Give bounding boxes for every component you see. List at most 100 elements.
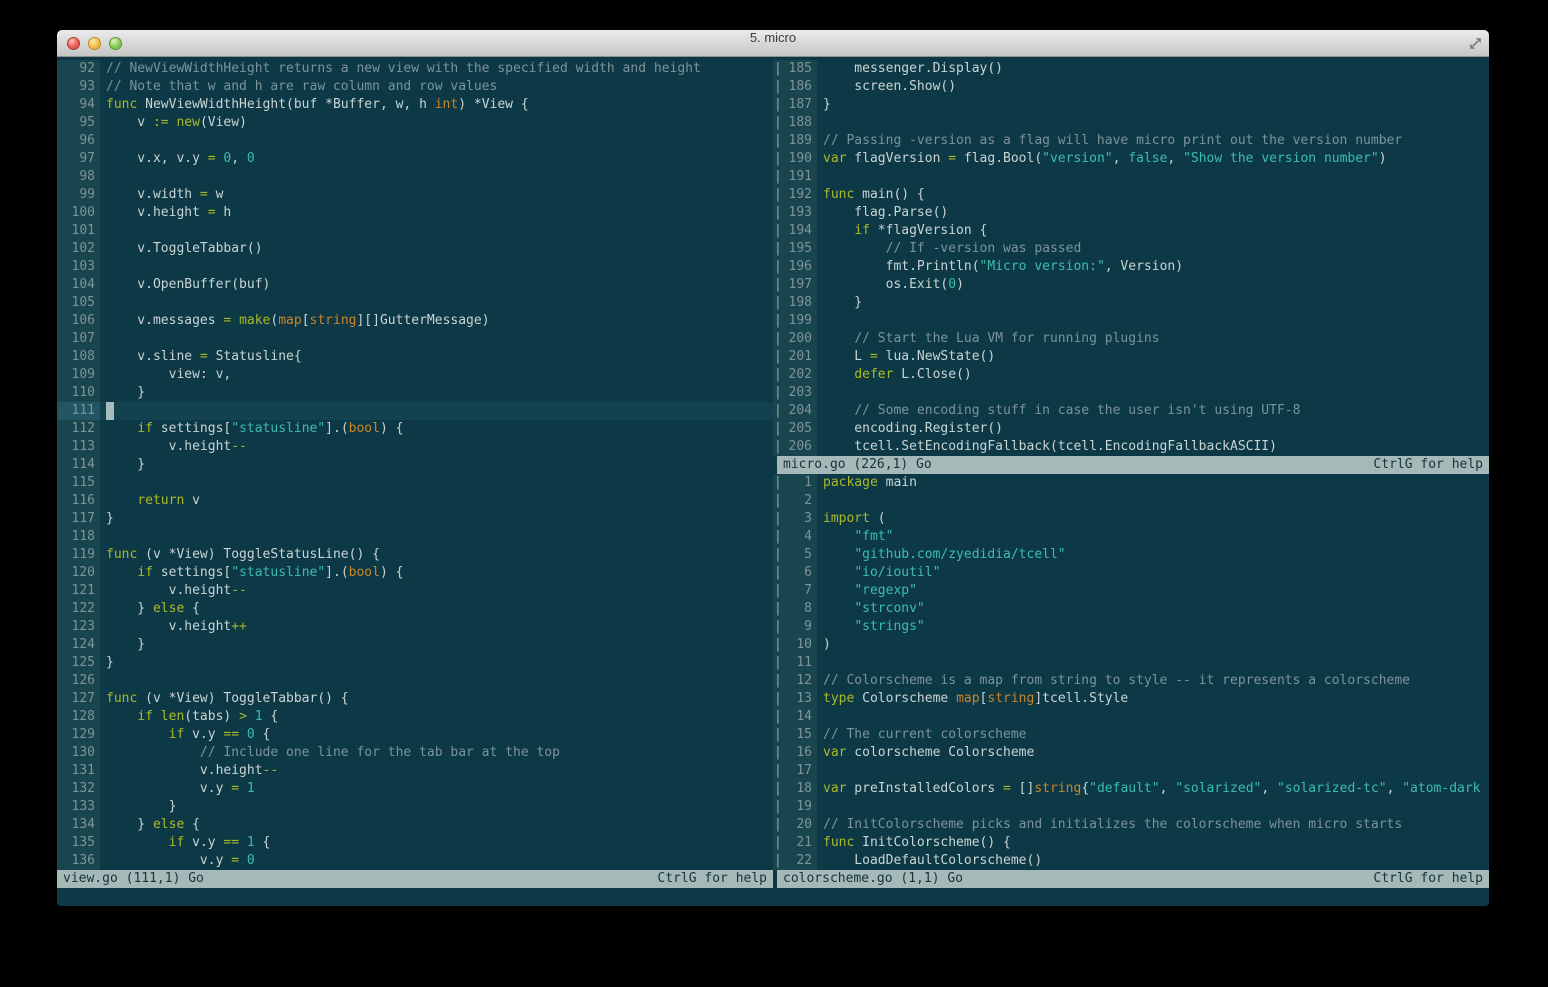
code-line[interactable]: |13type Colorscheme map[string]tcell.Sty…	[773, 690, 1489, 708]
title-bar[interactable]: 5. micro	[57, 30, 1489, 57]
code-line[interactable]: 135 if v.y == 1 {	[57, 834, 773, 852]
code-line[interactable]: 122 } else {	[57, 600, 773, 618]
code-line[interactable]: 123 v.height++	[57, 618, 773, 636]
code-line[interactable]: 100 v.height = h	[57, 204, 773, 222]
pane-view-go[interactable]: 92// NewViewWidthHeight returns a new vi…	[57, 57, 773, 870]
code-line[interactable]: 104 v.OpenBuffer(buf)	[57, 276, 773, 294]
code-line[interactable]: 99 v.width = w	[57, 186, 773, 204]
code-line[interactable]: 112 if settings["statusline"].(bool) {	[57, 420, 773, 438]
code-line[interactable]: |202 defer L.Close()	[773, 366, 1489, 384]
code-line[interactable]: |20// InitColorscheme picks and initiali…	[773, 816, 1489, 834]
code-line[interactable]: |6 "io/ioutil"	[773, 564, 1489, 582]
fullscreen-icon[interactable]	[1468, 36, 1483, 51]
code-line[interactable]: |9 "strings"	[773, 618, 1489, 636]
code-line[interactable]: |7 "regexp"	[773, 582, 1489, 600]
code-line[interactable]: |1package main	[773, 474, 1489, 492]
code-line[interactable]: 120 if settings["statusline"].(bool) {	[57, 564, 773, 582]
code-line[interactable]: 110 }	[57, 384, 773, 402]
code-line[interactable]: |4 "fmt"	[773, 528, 1489, 546]
code-line[interactable]: 130 // Include one line for the tab bar …	[57, 744, 773, 762]
code-line[interactable]: 118	[57, 528, 773, 546]
code-line[interactable]: 101	[57, 222, 773, 240]
code-line[interactable]: 126	[57, 672, 773, 690]
code-line[interactable]: 117}	[57, 510, 773, 528]
pane-divider: |	[773, 96, 782, 114]
code-line[interactable]: |201 L = lua.NewState()	[773, 348, 1489, 366]
code-line[interactable]: |12// Colorscheme is a map from string t…	[773, 672, 1489, 690]
code-line[interactable]: |15// The current colorscheme	[773, 726, 1489, 744]
code-line[interactable]: 124 }	[57, 636, 773, 654]
code-line[interactable]: |193 flag.Parse()	[773, 204, 1489, 222]
code-line[interactable]: 127func (v *View) ToggleTabbar() {	[57, 690, 773, 708]
code-line[interactable]: 97 v.x, v.y = 0, 0	[57, 150, 773, 168]
command-line[interactable]	[57, 888, 1489, 906]
code-line[interactable]: 119func (v *View) ToggleStatusLine() {	[57, 546, 773, 564]
pane-colorscheme-go[interactable]: |1package main|2|3import (|4 "fmt"|5 "gi…	[773, 474, 1489, 870]
line-number: 15	[782, 726, 817, 744]
code-line[interactable]: |188	[773, 114, 1489, 132]
code-line[interactable]: 92// NewViewWidthHeight returns a new vi…	[57, 60, 773, 78]
code-line[interactable]: |198 }	[773, 294, 1489, 312]
code-line[interactable]: |192func main() {	[773, 186, 1489, 204]
code-line[interactable]: 107	[57, 330, 773, 348]
pane-micro-go[interactable]: |185 messenger.Display()|186 screen.Show…	[773, 57, 1489, 456]
code-line[interactable]: 96	[57, 132, 773, 150]
code-line[interactable]: |8 "strconv"	[773, 600, 1489, 618]
code-line[interactable]: 131 v.height--	[57, 762, 773, 780]
code-line[interactable]: |3import (	[773, 510, 1489, 528]
code-line[interactable]: 94func NewViewWidthHeight(buf *Buffer, w…	[57, 96, 773, 114]
code-line[interactable]: |204 // Some encoding stuff in case the …	[773, 402, 1489, 420]
code-line[interactable]: |17	[773, 762, 1489, 780]
code-line[interactable]: |206 tcell.SetEncodingFallback(tcell.Enc…	[773, 438, 1489, 456]
code-line[interactable]: |203	[773, 384, 1489, 402]
code-line[interactable]: 125}	[57, 654, 773, 672]
code-line[interactable]: |197 os.Exit(0)	[773, 276, 1489, 294]
code-line[interactable]: 95 v := new(View)	[57, 114, 773, 132]
code-line[interactable]: |194 if *flagVersion {	[773, 222, 1489, 240]
code-line[interactable]: |11	[773, 654, 1489, 672]
code-line[interactable]: |185 messenger.Display()	[773, 60, 1489, 78]
code-line[interactable]: 102 v.ToggleTabbar()	[57, 240, 773, 258]
code-line[interactable]: 136 v.y = 0	[57, 852, 773, 870]
code-line[interactable]: 115	[57, 474, 773, 492]
code-line[interactable]: 98	[57, 168, 773, 186]
code-line[interactable]: |200 // Start the Lua VM for running plu…	[773, 330, 1489, 348]
code-line[interactable]: |10)	[773, 636, 1489, 654]
code-line[interactable]: |5 "github.com/zyedidia/tcell"	[773, 546, 1489, 564]
code-line[interactable]: 129 if v.y == 0 {	[57, 726, 773, 744]
code-line[interactable]: 132 v.y = 1	[57, 780, 773, 798]
code-line[interactable]: |191	[773, 168, 1489, 186]
code-line[interactable]: |2	[773, 492, 1489, 510]
code-line[interactable]: |16var colorscheme Colorscheme	[773, 744, 1489, 762]
code-text: "strconv"	[817, 600, 1489, 618]
code-line[interactable]: |189// Passing -version as a flag will h…	[773, 132, 1489, 150]
code-line[interactable]: 133 }	[57, 798, 773, 816]
code-line[interactable]: 116 return v	[57, 492, 773, 510]
code-line[interactable]: 93// Note that w and h are raw column an…	[57, 78, 773, 96]
code-line[interactable]: |195 // If -version was passed	[773, 240, 1489, 258]
code-line[interactable]: 108 v.sline = Statusline{	[57, 348, 773, 366]
statusbar-file-info: view.go (111,1) Go	[57, 870, 204, 888]
code-line[interactable]: |196 fmt.Println("Micro version:", Versi…	[773, 258, 1489, 276]
code-line[interactable]: |199	[773, 312, 1489, 330]
code-line[interactable]: |21func InitColorscheme() {	[773, 834, 1489, 852]
code-line[interactable]: 134 } else {	[57, 816, 773, 834]
code-line[interactable]: 114 }	[57, 456, 773, 474]
code-line[interactable]: |190var flagVersion = flag.Bool("version…	[773, 150, 1489, 168]
code-line[interactable]: |187}	[773, 96, 1489, 114]
code-line[interactable]: |18var preInstalledColors = []string{"de…	[773, 780, 1489, 798]
code-line[interactable]: |14	[773, 708, 1489, 726]
editor-area: 92// NewViewWidthHeight returns a new vi…	[57, 57, 1489, 906]
code-line[interactable]: |186 screen.Show()	[773, 78, 1489, 96]
code-line[interactable]: 121 v.height--	[57, 582, 773, 600]
code-line[interactable]: 106 v.messages = make(map[string][]Gutte…	[57, 312, 773, 330]
code-line[interactable]: 113 v.height--	[57, 438, 773, 456]
code-line[interactable]: 105	[57, 294, 773, 312]
code-line[interactable]: 128 if len(tabs) > 1 {	[57, 708, 773, 726]
code-line[interactable]: 109 view: v,	[57, 366, 773, 384]
code-line[interactable]: |205 encoding.Register()	[773, 420, 1489, 438]
code-line[interactable]: |19	[773, 798, 1489, 816]
code-line[interactable]: |22 LoadDefaultColorscheme()	[773, 852, 1489, 870]
code-line[interactable]: 111	[57, 402, 773, 420]
code-line[interactable]: 103	[57, 258, 773, 276]
